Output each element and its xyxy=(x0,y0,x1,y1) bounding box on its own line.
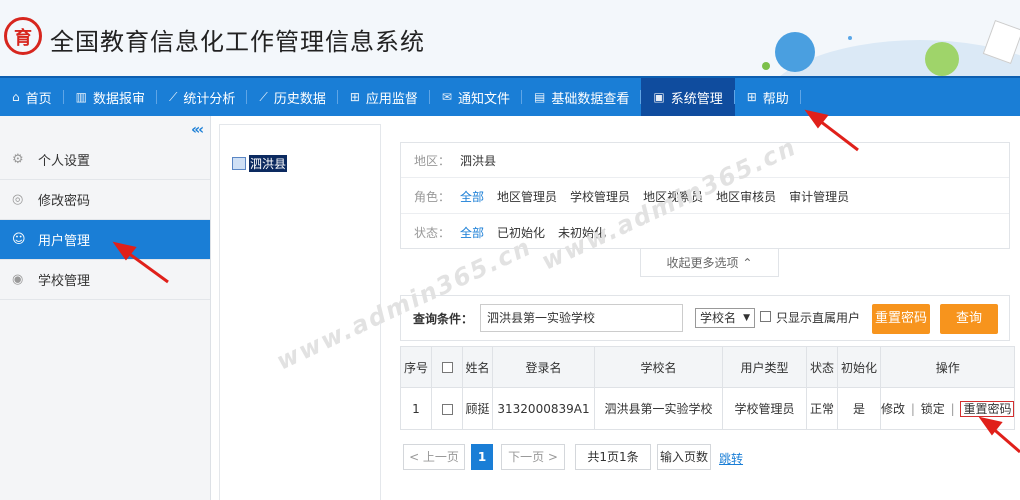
annotation-arrows xyxy=(112,109,1020,454)
arrow-to-user-management xyxy=(123,248,169,284)
